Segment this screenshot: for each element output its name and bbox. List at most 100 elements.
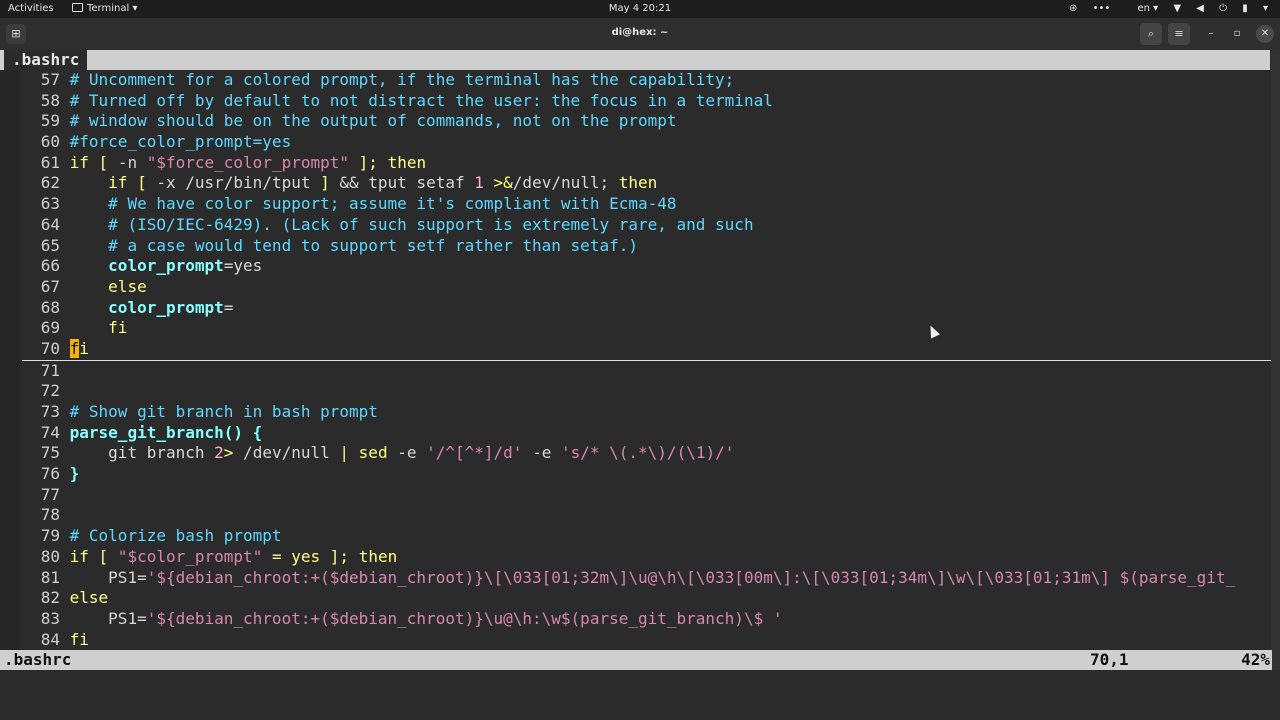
close-icon[interactable]: ✕ [1256,25,1274,43]
code-line[interactable]: 81 PS1='${debian_chroot:+($debian_chroot… [22,568,1272,589]
line-number: 66 [40,256,60,276]
wifi-icon[interactable]: ▼ [1173,3,1181,14]
code-token: -n [108,152,147,172]
scrollbar[interactable] [1271,50,1280,670]
chevron-down-icon[interactable]: ▾ [1263,3,1268,14]
line-number: 75 [40,443,60,463]
line-number: 81 [40,567,60,587]
code-token: yes [291,546,321,566]
code-line[interactable]: 66 color_prompt=yes [22,256,1272,277]
line-number: 60 [40,132,60,152]
code-token: =yes [223,256,263,276]
code-token: /dev/null; [512,173,619,193]
code-line[interactable]: 62 if [ -x /usr/bin/tput ] && tput setaf… [22,173,1272,194]
line-number: 72 [40,381,60,401]
minimize-icon[interactable]: – [1202,25,1220,43]
vim-command-line[interactable] [0,670,1280,720]
code-token: # We have color support; assume it's com… [108,194,677,214]
sign-column [0,70,20,650]
line-number: 73 [40,402,60,421]
cursor-line[interactable]: 70 fi [22,338,1272,361]
battery-icon[interactable]: ▮ [1242,3,1248,14]
code-line[interactable]: 71 [22,361,1272,382]
code-token: # (ISO/IEC-6429). (Lack of such support … [108,214,754,234]
editor-buffer[interactable]: 57 # Uncomment for a colored prompt, if … [22,70,1272,650]
code-line[interactable]: 57 # Uncomment for a colored prompt, if … [22,70,1272,91]
status-scroll-percent: 42% [1241,650,1270,669]
code-line[interactable]: 59 # window should be on the output of c… [22,111,1272,132]
code-line[interactable]: 72 [22,381,1272,402]
hamburger-menu-icon[interactable]: ≡ [1168,23,1190,45]
volume-icon[interactable]: ◀ [1196,3,1204,14]
code-line[interactable]: 77 [22,485,1272,506]
code-line[interactable]: 65 # a case would tend to support setf r… [22,236,1272,257]
code-line[interactable]: 75 git branch 2> /dev/null | sed -e '/^[… [22,443,1272,464]
code-line[interactable]: 68 color_prompt= [22,298,1272,319]
code-line[interactable]: 78 [22,505,1272,526]
line-number: 74 [40,422,60,442]
search-icon[interactable]: ⌕ [1140,23,1162,45]
maximize-icon[interactable]: ▫ [1228,25,1246,43]
line-number: 84 [40,629,60,649]
code-line[interactable]: 61 if [ -n "$force_color_prompt" ]; then [22,153,1272,174]
code-line[interactable]: 69 fi [22,318,1272,339]
code-line[interactable]: 64 # (ISO/IEC-6429). (Lack of such suppo… [22,215,1272,236]
code-token: if [69,152,89,172]
steam-icon[interactable]: ⊛ [1069,3,1077,14]
code-line[interactable]: 58 # Turned off by default to not distra… [22,91,1272,112]
language-label: en [1137,3,1150,14]
line-number: 77 [40,484,60,504]
power-icon[interactable]: ⏻ [1219,3,1227,14]
code-token: ]; [329,546,350,566]
line-number: 76 [40,464,60,484]
code-token: 's/* \(.*\)/(\1)/' [560,443,735,463]
line-number: 59 [40,111,60,131]
line-number: 69 [40,318,60,338]
code-token: -x /usr/bin/tput [146,173,321,193]
code-token: '/^[^*]/d' [426,443,523,463]
code-line[interactable]: 74 parse_git_branch() { [22,423,1272,444]
code-token: fi [108,318,128,338]
line-number: 64 [40,214,60,234]
code-line[interactable]: 63 # We have color support; assume it's … [22,194,1272,215]
code-line[interactable]: 73 # Show git branch in bash prompt [22,402,1272,423]
code-token: color_prompt [108,297,224,317]
code-token: "$force_color_prompt" [146,152,350,172]
system-tray[interactable]: ⊛ ••• en ▾ ▼ ◀ ⏻ ▮ ▾ [1057,3,1268,15]
code-token: >& [493,173,513,193]
line-number: 67 [40,276,60,296]
code-token: 2 [214,443,224,463]
code-line[interactable]: 80 if [ "$color_prompt" = yes ]; then [22,547,1272,568]
line-number: 58 [40,90,60,110]
code-token: parse_git_branch() { [69,422,263,442]
code-token: "$color_prompt" [117,546,263,566]
code-token: PS1= [69,608,147,628]
status-filename: .bashrc [4,650,72,669]
code-token: then [387,152,427,172]
code-line[interactable]: 83 PS1='${debian_chroot:+($debian_chroot… [22,609,1272,630]
code-line[interactable]: 84 fi [22,630,1272,651]
code-line[interactable]: 82 else [22,588,1272,609]
code-line[interactable]: 76 } [22,464,1272,485]
code-token: fi [69,629,89,649]
more-icon[interactable]: ••• [1093,3,1111,14]
code-token: #force_color_prompt=yes [69,132,292,152]
code-token: # Uncomment for a colored prompt, if the… [69,70,735,89]
code-line[interactable]: 60 #force_color_prompt=yes [22,132,1272,153]
system-top-bar: Activities Terminal ▾ May 4 20:21 ⊛ ••• … [0,0,1280,18]
code-token: else [69,588,109,608]
code-line[interactable]: 67 else [22,277,1272,298]
vim-editor[interactable]: .bashrc 57 # Uncomment for a colored pro… [0,50,1280,670]
vim-tab[interactable]: .bashrc [4,50,88,70]
language-indicator[interactable]: en ▾ [1125,3,1158,14]
code-line[interactable]: 79 # Colorize bash prompt [22,526,1272,547]
code-token: = [223,297,234,317]
code-token: sed [358,443,388,463]
